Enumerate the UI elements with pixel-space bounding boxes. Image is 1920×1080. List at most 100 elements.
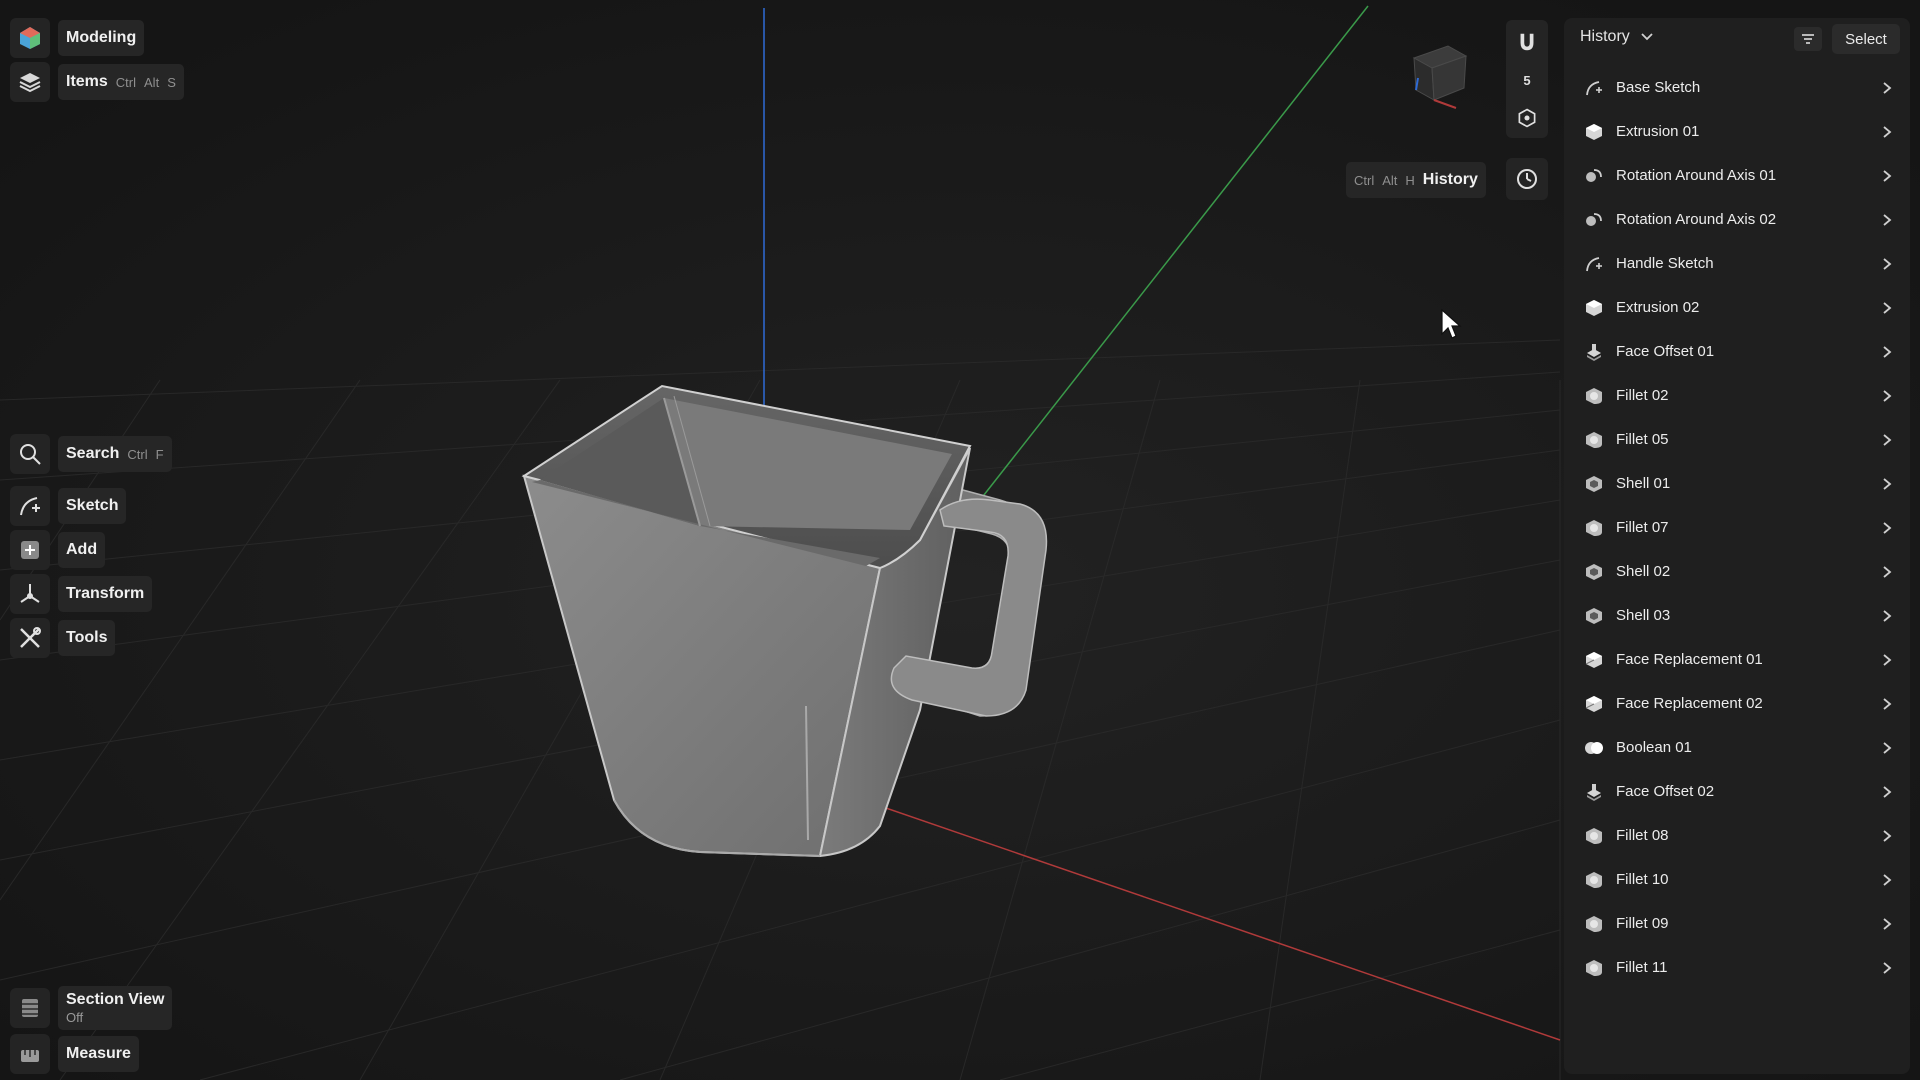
section-view-button[interactable]: Section View Off <box>58 986 173 1030</box>
history-dropdown[interactable]: History <box>1580 28 1654 46</box>
search-icon[interactable] <box>10 434 50 474</box>
chevron-right-icon[interactable] <box>1880 915 1894 933</box>
chevron-right-icon[interactable] <box>1880 167 1894 185</box>
history-item[interactable]: Fillet 09 <box>1564 902 1910 946</box>
chevron-right-icon[interactable] <box>1880 431 1894 449</box>
section-view-state: Off <box>66 1010 84 1025</box>
sketch-icon <box>1586 257 1602 272</box>
history-item-label: Shell 01 <box>1616 475 1671 492</box>
layers-icon[interactable] <box>10 62 50 102</box>
history-item[interactable]: Fillet 10 <box>1564 858 1910 902</box>
history-item[interactable]: Rotation Around Axis 01 <box>1564 154 1910 198</box>
chevron-right-icon[interactable] <box>1880 739 1894 757</box>
history-item-label: Fillet 08 <box>1616 827 1669 844</box>
history-item[interactable]: Handle Sketch <box>1564 242 1910 286</box>
chevron-right-icon[interactable] <box>1880 255 1894 273</box>
rotation-icon <box>1586 169 1602 182</box>
chevron-right-icon[interactable] <box>1880 519 1894 537</box>
snap-value[interactable]: 5 <box>1523 73 1530 88</box>
items-menu-button[interactable]: Items Ctrl Alt S <box>58 64 184 100</box>
face-replacement-icon <box>1585 696 1602 712</box>
history-item-label: Rotation Around Axis 02 <box>1616 211 1777 228</box>
history-item[interactable]: Face Offset 02 <box>1564 770 1910 814</box>
chevron-right-icon[interactable] <box>1880 123 1894 141</box>
tools-icon[interactable] <box>10 618 50 658</box>
fillet-icon <box>1586 432 1602 448</box>
chevron-right-icon[interactable] <box>1880 299 1894 317</box>
chevron-right-icon[interactable] <box>1880 651 1894 669</box>
transform-button[interactable]: Transform <box>58 576 153 612</box>
fillet-icon <box>1586 520 1602 536</box>
chevron-right-icon[interactable] <box>1880 563 1894 581</box>
search-shortcut-f: F <box>155 446 164 462</box>
section-view-icon[interactable] <box>10 988 50 1028</box>
history-tooltip: Ctrl Alt H History <box>1346 162 1486 198</box>
orientation-icon[interactable] <box>1516 107 1538 129</box>
chevron-right-icon[interactable] <box>1880 79 1894 97</box>
history-toggle-button[interactable] <box>1506 158 1548 200</box>
history-shortcut-alt: Alt <box>1382 172 1398 188</box>
history-item-label: Extrusion 01 <box>1616 123 1700 140</box>
clock-icon <box>1517 169 1537 189</box>
history-item[interactable]: Shell 02 <box>1564 550 1910 594</box>
history-item-label: Fillet 05 <box>1616 431 1669 448</box>
add-icon[interactable] <box>10 530 50 570</box>
history-item[interactable]: Fillet 07 <box>1564 506 1910 550</box>
history-item[interactable]: Fillet 02 <box>1564 374 1910 418</box>
mode-menu-button[interactable]: Modeling <box>58 20 145 56</box>
history-item[interactable]: Extrusion 02 <box>1564 286 1910 330</box>
history-item[interactable]: Boolean 01 <box>1564 726 1910 770</box>
shell-icon <box>1586 608 1602 624</box>
search-button[interactable]: Search Ctrl F <box>58 436 172 472</box>
history-shortcut-ctrl: Ctrl <box>1354 172 1375 188</box>
items-shortcut-ctrl: Ctrl <box>115 74 137 90</box>
mouse-cursor-icon <box>1441 308 1462 339</box>
sketch-button[interactable]: Sketch <box>58 488 127 524</box>
add-button[interactable]: Add <box>58 532 106 568</box>
history-item[interactable]: Face Replacement 01 <box>1564 638 1910 682</box>
history-item[interactable]: Shell 01 <box>1564 462 1910 506</box>
history-list: Base Sketch Extrusion 01 Rotation Around A… <box>1564 66 1910 990</box>
history-item-label: Fillet 09 <box>1616 915 1669 932</box>
history-item[interactable]: Face Replacement 02 <box>1564 682 1910 726</box>
select-button[interactable]: Select <box>1832 24 1900 54</box>
chevron-right-icon[interactable] <box>1880 827 1894 845</box>
filter-button[interactable] <box>1794 27 1822 51</box>
history-item[interactable]: Extrusion 01 <box>1564 110 1910 154</box>
chevron-right-icon[interactable] <box>1880 475 1894 493</box>
chevron-right-icon[interactable] <box>1880 959 1894 977</box>
app-logo-icon[interactable] <box>10 18 50 58</box>
history-item[interactable]: Face Offset 01 <box>1564 330 1910 374</box>
measure-button[interactable]: Measure <box>58 1036 139 1072</box>
tools-label: Tools <box>66 629 108 646</box>
measure-icon[interactable] <box>10 1034 50 1074</box>
history-item[interactable]: Fillet 08 <box>1564 814 1910 858</box>
chevron-right-icon[interactable] <box>1880 607 1894 625</box>
rotation-icon <box>1586 213 1602 226</box>
chevron-right-icon[interactable] <box>1880 783 1894 801</box>
transform-icon[interactable] <box>10 574 50 614</box>
select-label: Select <box>1845 30 1887 48</box>
sketch-icon[interactable] <box>10 486 50 526</box>
search-shortcut-ctrl: Ctrl <box>127 446 148 462</box>
face-replacement-icon <box>1585 652 1602 668</box>
chevron-right-icon[interactable] <box>1880 695 1894 713</box>
section-view-label: Section View <box>66 991 165 1008</box>
history-item[interactable]: Fillet 11 <box>1564 946 1910 990</box>
chevron-right-icon[interactable] <box>1880 387 1894 405</box>
history-item[interactable]: Shell 03 <box>1564 594 1910 638</box>
magnet-icon[interactable] <box>1515 30 1539 54</box>
history-item[interactable]: Rotation Around Axis 02 <box>1564 198 1910 242</box>
tools-button[interactable]: Tools <box>58 620 116 656</box>
chevron-right-icon[interactable] <box>1880 343 1894 361</box>
chevron-right-icon[interactable] <box>1880 211 1894 229</box>
search-label: Search <box>66 445 120 462</box>
history-item-label: Handle Sketch <box>1616 255 1714 272</box>
history-panel-header: History Select <box>1564 18 1910 60</box>
history-item[interactable]: Base Sketch <box>1564 66 1910 110</box>
history-item-label: Face Replacement 02 <box>1616 695 1763 712</box>
fillet-icon <box>1586 916 1602 932</box>
measure-label: Measure <box>66 1045 131 1062</box>
chevron-right-icon[interactable] <box>1880 871 1894 889</box>
history-item[interactable]: Fillet 05 <box>1564 418 1910 462</box>
